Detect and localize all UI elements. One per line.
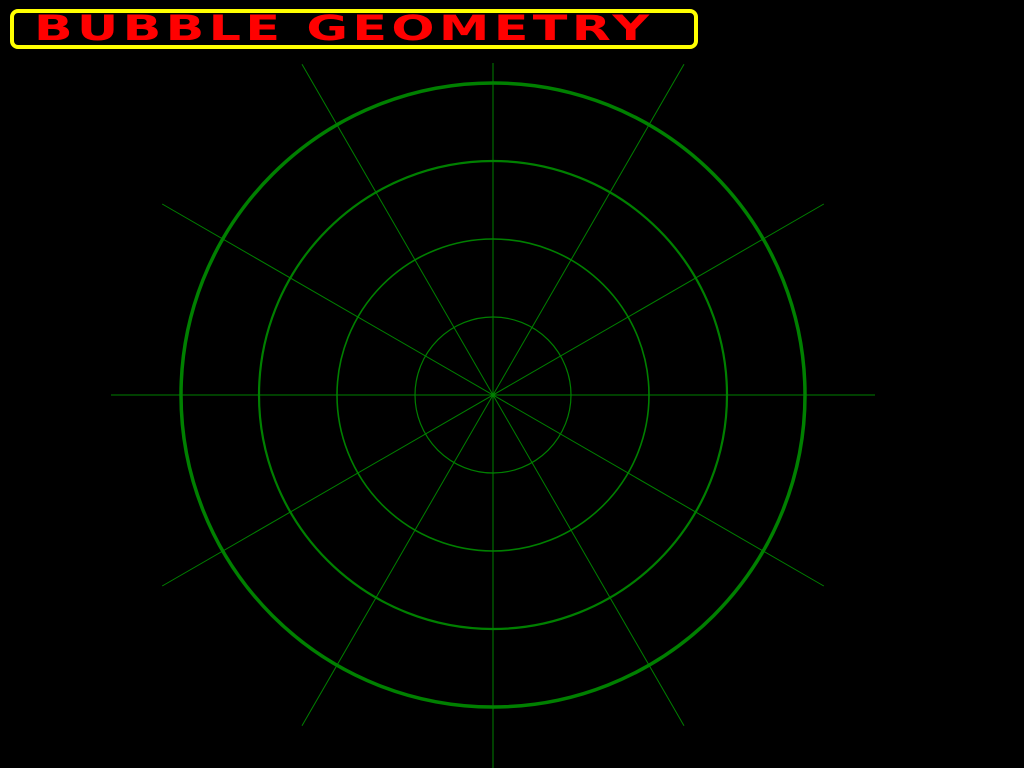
polar-grid-diagram xyxy=(111,63,875,777)
title-text: BUBBLE GEOMETRY xyxy=(34,8,654,49)
bottom-strip xyxy=(0,768,1024,777)
title-banner: BUBBLE GEOMETRY xyxy=(10,9,698,49)
stage: BUBBLE GEOMETRY xyxy=(0,0,1024,777)
center-point xyxy=(491,393,495,397)
spoke-lines xyxy=(111,63,875,777)
